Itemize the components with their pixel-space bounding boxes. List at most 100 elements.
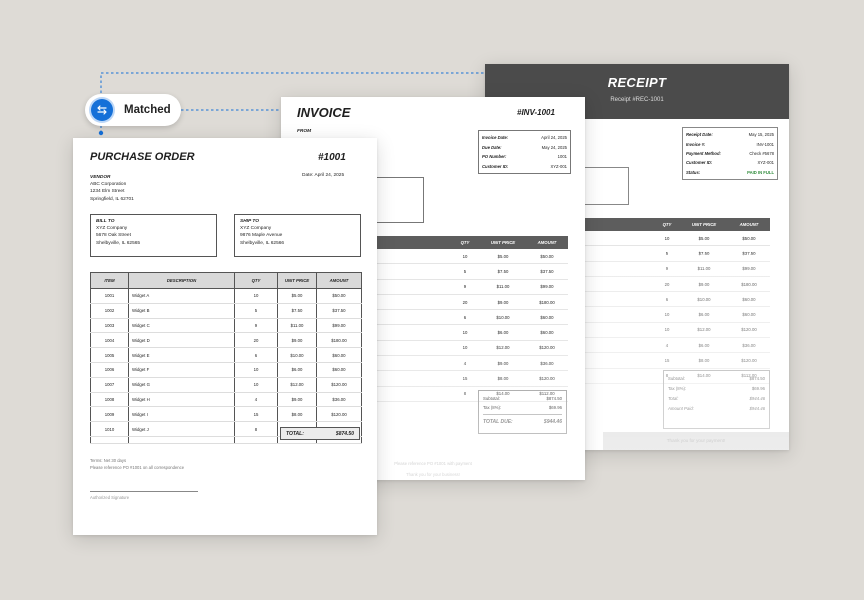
table-cell: Widget F [128,362,235,378]
table-cell: $120.00 [728,352,770,369]
receipt-col-amount: AMOUNT [728,218,770,231]
table-cell: $60.00 [316,347,362,363]
receipt-total-row: Total: $944.46 [668,393,765,403]
receipt-total-row: Amount Paid: $944.46 [668,404,765,414]
meta-value: PAID IN FULL [747,169,774,175]
table-cell: $6.00 [277,362,317,378]
table-cell: 10 [450,324,480,341]
table-cell: 4 [234,392,278,408]
invoice-col-qty: QTY [450,236,480,249]
table-cell: $10.00 [480,309,526,326]
table-cell: $5.00 [680,231,728,247]
receipt-meta-box: Receipt Date: May 15, 2025 Invoice #: INV-1… [682,127,778,180]
table-cell: $50.00 [728,231,770,247]
meta-key: Invoice Date: [482,135,509,141]
purchase-order-document[interactable]: PURCHASE ORDER #1001 Date: April 24, 202… [73,138,377,535]
table-cell: $6.00 [480,324,526,341]
invoice-due-label: TOTAL DUE: [483,419,513,425]
po-vendor-line: 1234 Elm Street [90,189,125,195]
invoice-col-amount: AMOUNT [526,236,568,249]
matched-badge[interactable]: Matched [85,94,181,126]
po-number: #1001 [318,152,346,163]
table-cell: 10 [234,362,278,378]
receipt-total-value: $874.50 [749,375,765,381]
table-cell: $8.00 [277,406,317,423]
table-cell: 10 [234,288,278,304]
po-col-qty: QTY [234,272,278,289]
table-cell: 15 [234,406,278,423]
table-cell: 10 [450,340,480,357]
receipt-total-label: Total: [668,395,679,401]
meta-row: Customer ID: XYZ-001 [686,158,774,167]
table-cell: 20 [654,276,680,293]
po-bill-to-line: Shelbyville, IL 62565 [96,240,141,246]
table-cell: 10 [234,377,278,393]
po-ship-to-line: 9876 Maple Avenue [240,233,283,239]
meta-value: Check #5678 [749,150,774,156]
receipt-total-label: Amount Paid: [668,406,694,412]
table-cell: $50.00 [316,288,362,304]
table-cell: $60.00 [526,324,568,341]
table-cell: 9 [450,279,480,295]
table-cell: $37.50 [316,303,362,319]
table-row: 1008 Widget H 4 $9.00 $36.00 [90,392,362,408]
table-cell: 15 [450,370,480,387]
receipt-thanks: Thank you for your payment! [603,432,789,450]
po-ship-to-label: SHIP TO [240,219,259,224]
meta-key: Payment Method: [686,150,721,156]
table-cell: $120.00 [526,340,568,357]
receipt-title: RECEIPT [607,75,667,90]
table-cell: 20 [234,332,278,349]
table-cell: $9.00 [680,276,728,293]
table-cell: 5 [654,245,680,262]
table-row: 1002 Widget B 5 $7.50 $37.50 [90,303,362,319]
po-bill-to-label: BILL TO [96,219,115,224]
meta-key: Customer ID: [482,164,509,170]
table-cell: $120.00 [316,406,362,423]
table-cell: $9.00 [277,392,317,408]
table-cell: 1004 [90,332,129,349]
receipt-total-value: $944.46 [749,395,765,401]
table-cell: $99.00 [526,279,568,295]
po-signature-label: Authorized Signature [90,495,130,500]
table-cell: $60.00 [316,362,362,378]
invoice-due: $944.46 [543,419,562,425]
table-cell: $5.00 [277,288,317,304]
meta-row: Invoice Date: April 24, 2025 [482,133,567,143]
table-cell: 9 [234,318,278,334]
table-cell: $36.00 [316,392,362,408]
po-bill-to-line: 5678 Oak Street [96,233,131,239]
table-cell: $180.00 [728,276,770,293]
po-bill-to-line: XYZ Company [96,226,128,232]
po-col-unit-price: UNIT PRICE [277,272,317,289]
table-cell: 9 [654,261,680,277]
table-cell: Widget J [128,421,235,437]
table-cell: 1006 [90,362,129,378]
po-ship-to-box: SHIP TO XYZ Company 9876 Maple Avenue Sh… [234,214,361,257]
table-cell: $99.00 [728,261,770,277]
table-cell: $10.00 [277,347,317,363]
receipt-col-unit-price: UNIT PRICE [680,218,728,231]
meta-key: Due Date: [482,144,502,150]
table-cell: $12.00 [680,322,728,339]
table-cell: $120.00 [316,377,362,393]
receipt-total-value: $69.96 [751,385,765,391]
meta-value: April 24, 2025 [541,135,567,141]
table-cell: 1008 [90,392,129,408]
invoice-title: INVOICE [297,105,351,120]
table-cell: 5 [450,263,480,280]
swap-arrows-icon [91,99,113,121]
meta-key: Invoice #: [686,141,706,147]
po-total-label: TOTAL: [286,430,304,437]
meta-value: XYZ-001 [757,160,774,166]
table-cell: Widget H [128,392,235,408]
po-terms-line: Terms: Net 30 days [90,458,127,463]
receipt-col-qty: QTY [654,218,680,231]
table-cell: 10 [654,322,680,339]
meta-row: Due Date: May 24, 2025 [482,143,567,153]
table-cell: $37.50 [526,263,568,280]
table-row: 1005 Widget E 6 $10.00 $60.00 [90,347,362,363]
table-cell: $36.00 [728,337,770,354]
invoice-tax: $69.96 [548,405,562,410]
table-cell: 6 [450,309,480,326]
